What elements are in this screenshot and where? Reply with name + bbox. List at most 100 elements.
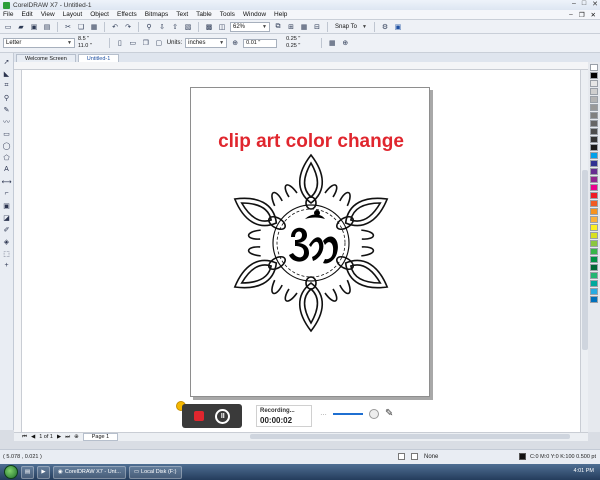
color-swatch[interactable]: [590, 240, 598, 247]
start-button[interactable]: [4, 465, 18, 479]
current-page-icon[interactable]: ▢: [154, 38, 164, 48]
color-swatch[interactable]: [590, 288, 598, 295]
document-color-icon[interactable]: [398, 453, 405, 460]
color-swatch[interactable]: [590, 256, 598, 263]
rectangle-tool-icon[interactable]: ▭: [2, 129, 11, 138]
tab-untitled-1[interactable]: Untitled-1: [77, 54, 120, 62]
doc-close-icon[interactable]: ✕: [591, 11, 596, 19]
menu-bitmaps[interactable]: Bitmaps: [145, 11, 168, 18]
all-pages-icon[interactable]: ❐: [141, 38, 151, 48]
search-content-icon[interactable]: ⚲: [144, 22, 154, 32]
color-swatch[interactable]: [590, 136, 598, 143]
text-tool-icon[interactable]: A: [2, 165, 11, 174]
application-icon[interactable]: ▣: [393, 22, 403, 32]
vertical-scrollbar[interactable]: [580, 70, 588, 432]
color-swatch[interactable]: [590, 112, 598, 119]
color-swatch[interactable]: [590, 232, 598, 239]
horizontal-scrollbar[interactable]: [250, 434, 570, 439]
quick-customize-icon[interactable]: ⊕: [340, 38, 350, 48]
color-swatch[interactable]: [590, 272, 598, 279]
show-rulers-icon[interactable]: ⊞: [286, 22, 296, 32]
smart-fill-icon[interactable]: ⬚: [2, 249, 11, 258]
import-icon[interactable]: ⇩: [157, 22, 167, 32]
paste-icon[interactable]: ▦: [89, 22, 99, 32]
page-height-field[interactable]: 11.0 ": [78, 43, 92, 50]
color-swatch[interactable]: [590, 280, 598, 287]
options-icon[interactable]: ⚙: [380, 22, 390, 32]
color-swatch[interactable]: [590, 224, 598, 231]
menu-table[interactable]: Table: [196, 11, 212, 18]
minimize-icon[interactable]: –: [572, 0, 576, 8]
pause-recording-button[interactable]: II: [215, 408, 231, 424]
color-swatch[interactable]: [590, 80, 598, 87]
maximize-icon[interactable]: □: [582, 0, 586, 8]
color-swatch[interactable]: [590, 152, 598, 159]
artistic-media-icon[interactable]: 〰: [2, 117, 11, 126]
shape-tool-icon[interactable]: ◣: [2, 69, 11, 78]
units-select[interactable]: inches ▼: [185, 38, 228, 48]
color-swatch[interactable]: [590, 176, 598, 183]
more-options-icon[interactable]: …: [320, 410, 327, 417]
new-document-icon[interactable]: ▭: [3, 22, 13, 32]
menu-view[interactable]: View: [41, 11, 55, 18]
menu-help[interactable]: Help: [274, 11, 287, 18]
color-swatch[interactable]: [590, 208, 598, 215]
prev-page-icon[interactable]: ◀: [31, 434, 35, 440]
explorer-icon[interactable]: ▤: [21, 465, 34, 479]
zoom-level-select[interactable]: 62% ▼: [230, 21, 270, 32]
color-swatch[interactable]: [590, 160, 598, 167]
color-swatch[interactable]: [590, 72, 598, 79]
color-swatch[interactable]: [590, 88, 598, 95]
publish-pdf-icon[interactable]: ▧: [183, 22, 193, 32]
color-swatch[interactable]: [590, 264, 598, 271]
transparency-tool-icon[interactable]: ◪: [2, 213, 11, 222]
color-swatch[interactable]: [590, 96, 598, 103]
open-icon[interactable]: ▰: [16, 22, 26, 32]
menu-layout[interactable]: Layout: [63, 11, 83, 18]
next-page-icon[interactable]: ▶: [57, 434, 61, 440]
tab-welcome-screen[interactable]: Welcome Screen: [16, 54, 76, 62]
add-page-icon[interactable]: ⊕: [74, 434, 79, 440]
copy-icon[interactable]: ❏: [76, 22, 86, 32]
drop-shadow-icon[interactable]: ▣: [2, 201, 11, 210]
show-grid-icon[interactable]: ▦: [299, 22, 309, 32]
drawing-canvas[interactable]: clip art color change: [22, 70, 588, 432]
doc-minimize-icon[interactable]: –: [569, 11, 573, 19]
redo-icon[interactable]: ↷: [123, 22, 133, 32]
color-swatch[interactable]: [590, 192, 598, 199]
media-player-icon[interactable]: ▶: [37, 465, 50, 479]
paper-type-select[interactable]: Letter ▼: [3, 38, 75, 48]
duplicate-x-field[interactable]: 0.25 ": [286, 36, 300, 43]
color-swatch[interactable]: [590, 216, 598, 223]
horizontal-ruler[interactable]: [14, 62, 588, 70]
color-eyedropper-icon[interactable]: ✐: [2, 225, 11, 234]
document-page[interactable]: clip art color change: [190, 87, 430, 397]
portrait-icon[interactable]: ▯: [115, 38, 125, 48]
menu-edit[interactable]: Edit: [21, 11, 32, 18]
print-icon[interactable]: ▤: [42, 22, 52, 32]
cut-icon[interactable]: ✂: [63, 22, 73, 32]
menu-window[interactable]: Window: [243, 11, 266, 18]
full-screen-icon[interactable]: ◫: [217, 22, 227, 32]
color-swatch[interactable]: [590, 104, 598, 111]
menu-file[interactable]: File: [3, 11, 13, 18]
add-tool-icon[interactable]: +: [2, 261, 11, 270]
save-icon[interactable]: ▣: [29, 22, 39, 32]
color-swatch[interactable]: [590, 200, 598, 207]
doc-restore-icon[interactable]: ❐: [579, 11, 585, 19]
zoom-tool-icon[interactable]: ⚲: [2, 93, 11, 102]
volume-slider[interactable]: [333, 412, 363, 415]
app-launcher-icon[interactable]: ▩: [204, 22, 214, 32]
undo-icon[interactable]: ↶: [110, 22, 120, 32]
webcam-icon[interactable]: [369, 408, 379, 419]
menu-effects[interactable]: Effects: [117, 11, 137, 18]
page-tab[interactable]: Page 1: [82, 433, 119, 441]
color-swatch[interactable]: [590, 184, 598, 191]
nudge-distance-field[interactable]: 0.01 ": [243, 38, 278, 48]
treat-as-filled-icon[interactable]: ▦: [327, 38, 337, 48]
last-page-icon[interactable]: ⏭: [65, 434, 70, 441]
snap-to-select[interactable]: Snap To ▼: [333, 22, 369, 32]
interactive-fill-icon[interactable]: ◈: [2, 237, 11, 246]
page-width-field[interactable]: 8.5 ": [78, 36, 92, 43]
menu-object[interactable]: Object: [90, 11, 109, 18]
